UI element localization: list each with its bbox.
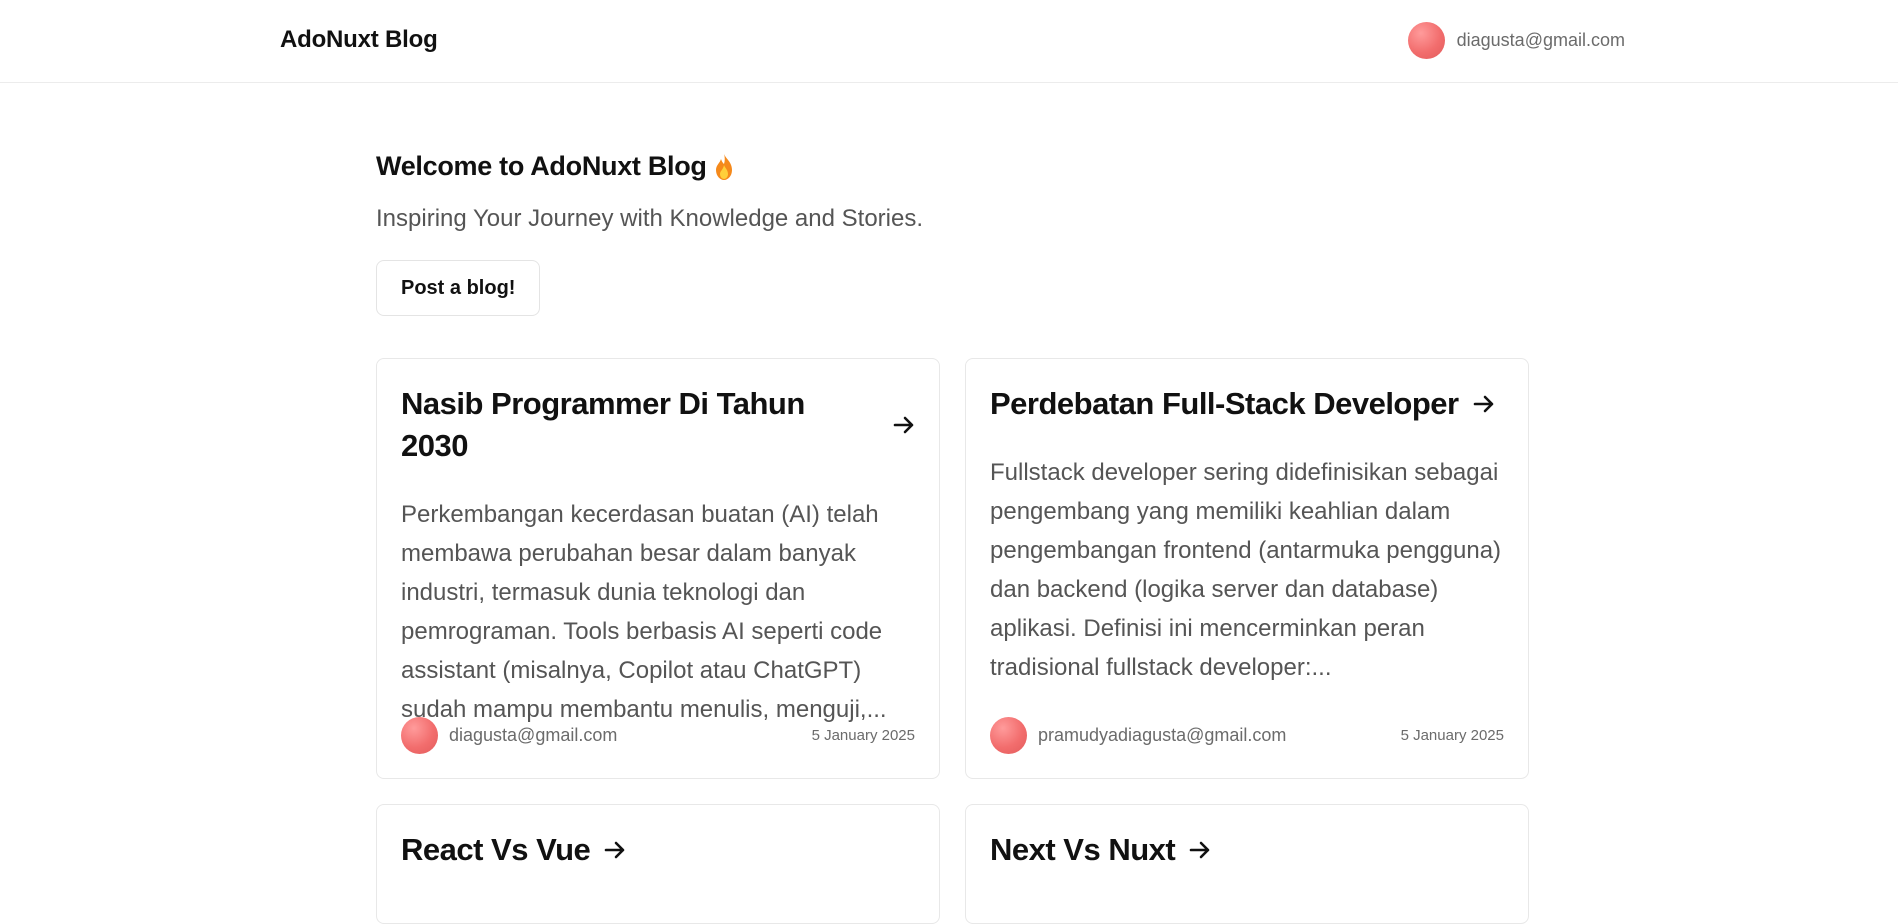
author-email: diagusta@gmail.com [449, 725, 618, 745]
arrow-right-icon [893, 416, 914, 434]
post-title-text[interactable]: Perdebatan Full-Stack Developer [990, 383, 1459, 425]
blog-post-card[interactable]: Nasib Programmer Di Tahun 2030 Perkemban… [376, 358, 940, 779]
arrow-right-icon [604, 841, 625, 859]
blog-post-card[interactable]: Perdebatan Full-Stack Developer Fullstac… [965, 358, 1529, 779]
author-email: pramudyadiagusta@gmail.com [1038, 725, 1287, 745]
page-title-text: Welcome to AdoNuxt Blog [376, 151, 707, 181]
post-date: 5 January 2025 [811, 727, 915, 744]
post-title[interactable]: Perdebatan Full-Stack Developer [990, 383, 1504, 425]
post-date: 5 January 2025 [1400, 727, 1504, 744]
fire-icon [715, 153, 732, 180]
top-navbar: AdoNuxt Blog diagusta@gmail.com [0, 0, 1898, 83]
post-title[interactable]: React Vs Vue [401, 829, 915, 871]
post-title[interactable]: Nasib Programmer Di Tahun 2030 [401, 383, 915, 467]
post-title-text[interactable]: Nasib Programmer Di Tahun 2030 [401, 383, 879, 467]
page-tagline: Inspiring Your Journey with Knowledge an… [376, 205, 924, 232]
post-title-text[interactable]: React Vs Vue [401, 829, 591, 871]
post-meta: diagusta@gmail.com 5 January 2025 [401, 717, 915, 754]
post-title-text[interactable]: Next Vs Nuxt [990, 829, 1176, 871]
blog-post-grid: Nasib Programmer Di Tahun 2030 Perkemban… [376, 358, 1529, 924]
post-blog-button[interactable]: Post a blog! [376, 260, 541, 316]
hero-section: Welcome to AdoNuxt Blog Inspiring Your J… [376, 151, 1529, 316]
post-excerpt: Fullstack developer sering didefinisikan… [990, 459, 1502, 681]
user-avatar[interactable] [1407, 22, 1445, 59]
post-title[interactable]: Next Vs Nuxt [990, 829, 1504, 871]
post-author: pramudyadiagusta@gmail.com [990, 717, 1286, 754]
author-avatar [401, 717, 438, 754]
arrow-right-icon [1189, 841, 1210, 859]
arrow-right-icon [1473, 395, 1493, 413]
post-author: diagusta@gmail.com [401, 717, 617, 754]
author-avatar [990, 717, 1027, 754]
post-meta: pramudyadiagusta@gmail.com 5 January 202… [990, 717, 1504, 754]
blog-post-card[interactable]: React Vs Vue [376, 804, 940, 924]
user-email: diagusta@gmail.com [1456, 30, 1625, 50]
blog-post-card[interactable]: Next Vs Nuxt [965, 804, 1529, 924]
user-menu[interactable]: diagusta@gmail.com [1407, 22, 1625, 59]
brand-logo-text[interactable]: AdoNuxt Blog [280, 26, 438, 54]
page-title: Welcome to AdoNuxt Blog [376, 151, 1529, 182]
post-excerpt: Perkembangan kecerdasan buatan (AI) tela… [401, 501, 887, 723]
